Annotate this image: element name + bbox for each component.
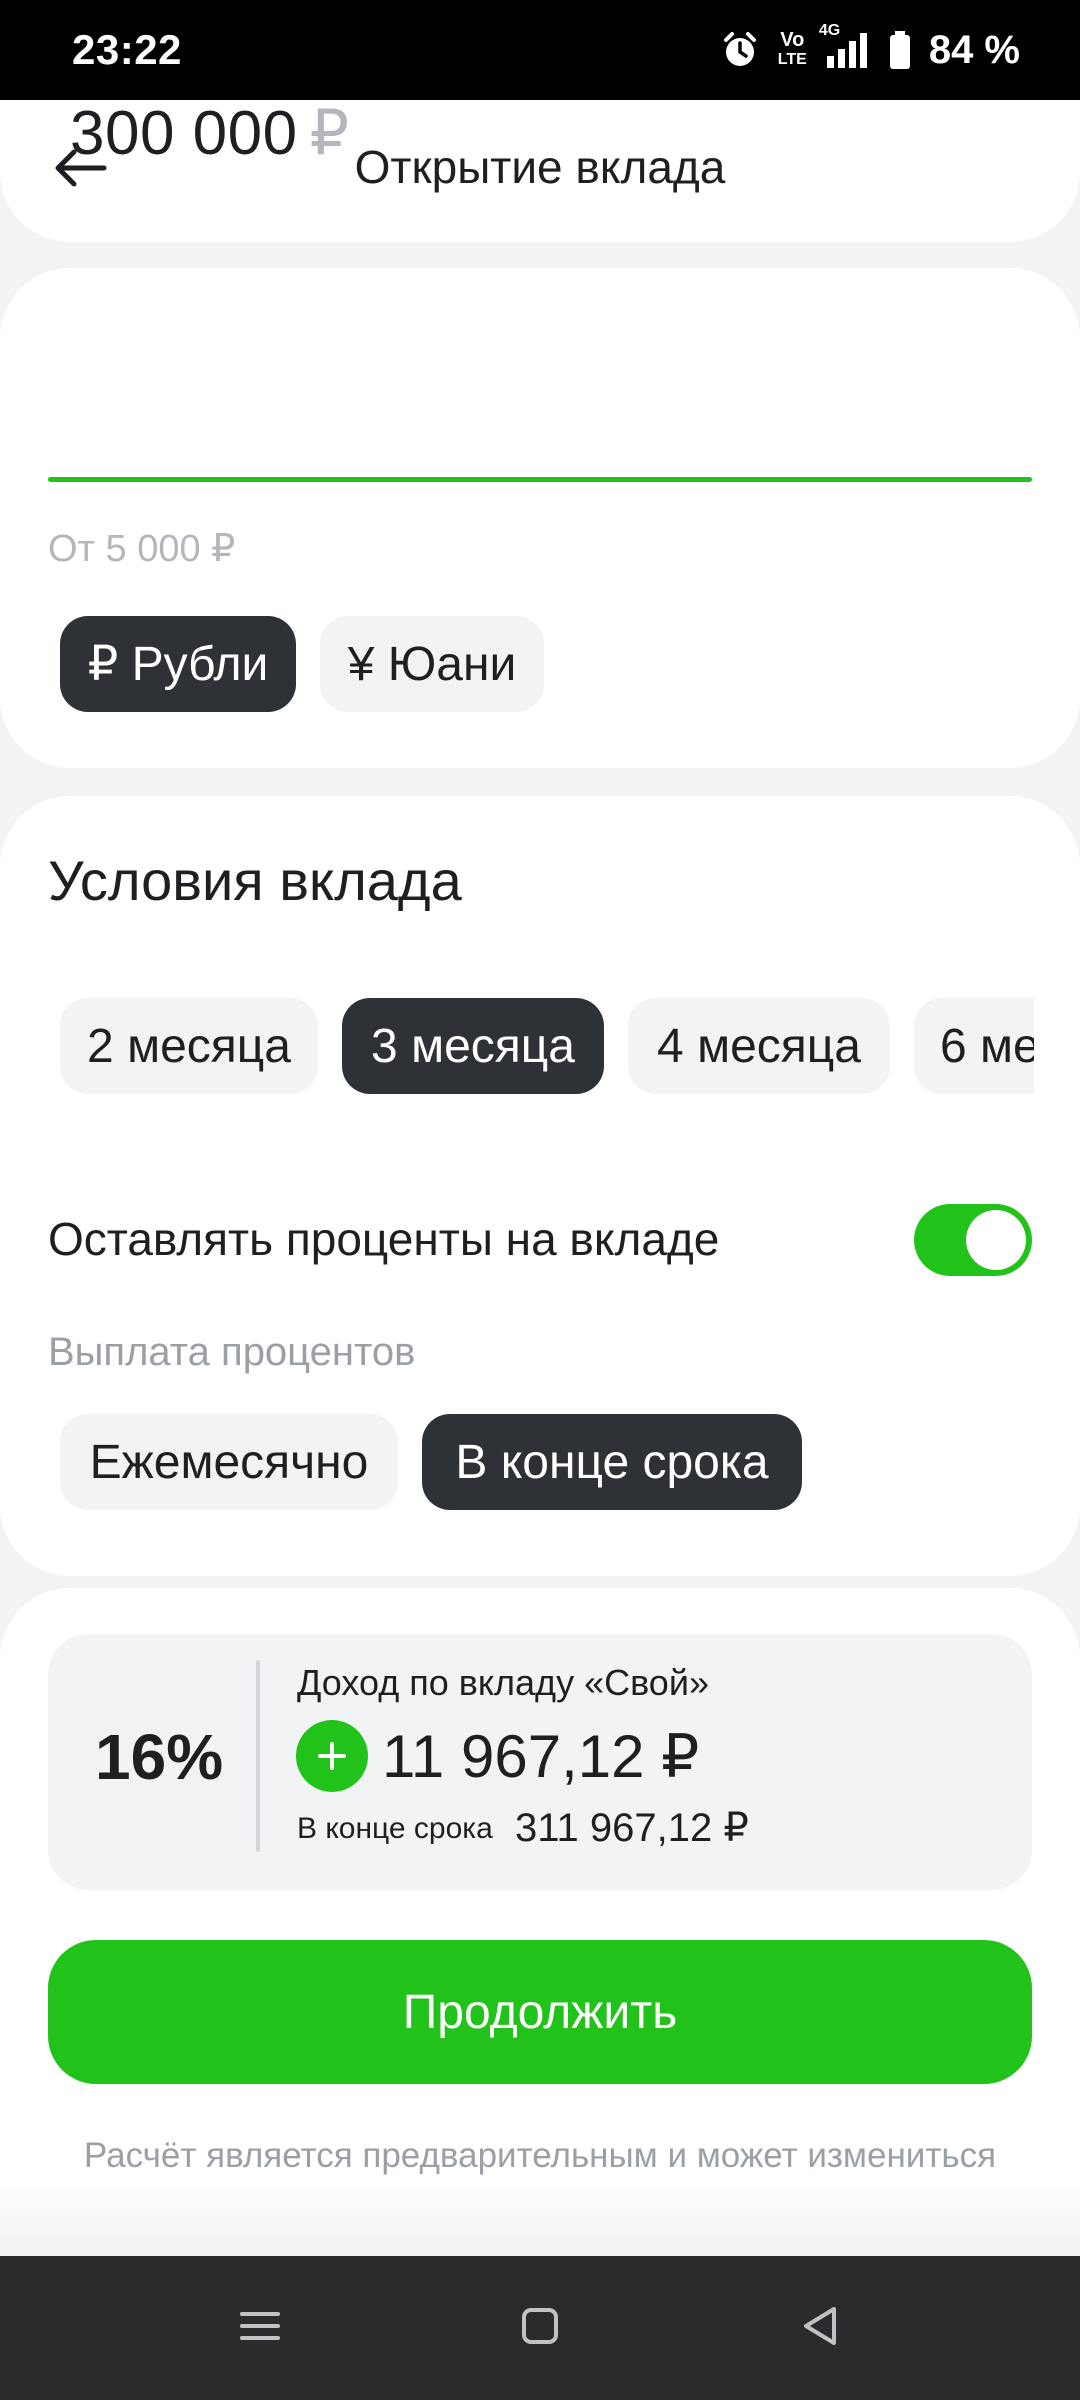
plus-icon [296, 1720, 368, 1792]
summary-divider [256, 1660, 260, 1852]
payout-monthly-chip[interactable]: Ежемесячно [60, 1414, 398, 1510]
amount-min-hint: От 5 000 ₽ [48, 528, 236, 570]
currency-cny-chip[interactable]: ¥ Юани [320, 616, 544, 712]
keep-interest-toggle[interactable] [914, 1204, 1032, 1276]
term-chip-2-months[interactable]: 2 месяца [60, 998, 318, 1094]
end-of-term-value: 311 967,12 ₽ [515, 1806, 749, 1850]
payout-end-of-term-chip[interactable]: В конце срока [422, 1414, 802, 1510]
bottom-fade [0, 2180, 1080, 2256]
home-square-icon [520, 2306, 560, 2351]
status-bar: 23:22 Vo LTE 4G 84 % [0, 0, 1080, 100]
disclaimer: Расчёт является предварительным и может … [83, 2136, 997, 2175]
alarm-icon [720, 30, 760, 70]
term-chip-3-months[interactable]: 3 месяца [342, 998, 604, 1094]
interest-rate: 16% [95, 1721, 224, 1793]
amount-currency: ₽ [309, 99, 350, 168]
income-value: 11 967,12 ₽ [382, 1723, 700, 1790]
menu-icon [238, 2306, 282, 2351]
volte-icon: Vo LTE [777, 29, 807, 68]
end-of-term-label: В конце срока [297, 1812, 493, 1845]
status-icons: Vo LTE 4G 84 % [720, 22, 1020, 73]
keep-interest-label: Оставлять проценты на вкладе [48, 1213, 720, 1265]
payout-label: Выплата процентов [48, 1330, 416, 1374]
back-triangle-icon [800, 2304, 840, 2353]
system-nav-bar [0, 2256, 1080, 2400]
currency-rub-chip[interactable]: ₽ Рубли [60, 616, 296, 712]
continue-button[interactable]: Продолжить [48, 1940, 1032, 2084]
nav-menu-button[interactable] [220, 2288, 300, 2368]
term-chip-4-months[interactable]: 4 месяца [628, 998, 890, 1094]
amount-input[interactable]: 300 000 ₽ [70, 96, 350, 169]
amount-value: 300 000 [70, 99, 298, 168]
battery-icon [889, 30, 911, 70]
nav-home-button[interactable] [500, 2288, 580, 2368]
term-selector[interactable]: 2 месяца 3 месяца 4 месяца 6 месяцев [60, 998, 1034, 1094]
battery-percent: 84 % [928, 27, 1020, 72]
nav-back-button[interactable] [780, 2288, 860, 2368]
signal-4g-icon: 4G [819, 22, 871, 70]
term-chip-6-months[interactable]: 6 месяцев [914, 998, 1034, 1094]
toggle-knob [966, 1210, 1026, 1270]
status-time: 23:22 [72, 26, 182, 73]
conditions-title: Условия вклада [48, 849, 462, 912]
income-label: Доход по вкладу «Свой» [297, 1662, 709, 1703]
amount-input-underline [48, 477, 1032, 482]
